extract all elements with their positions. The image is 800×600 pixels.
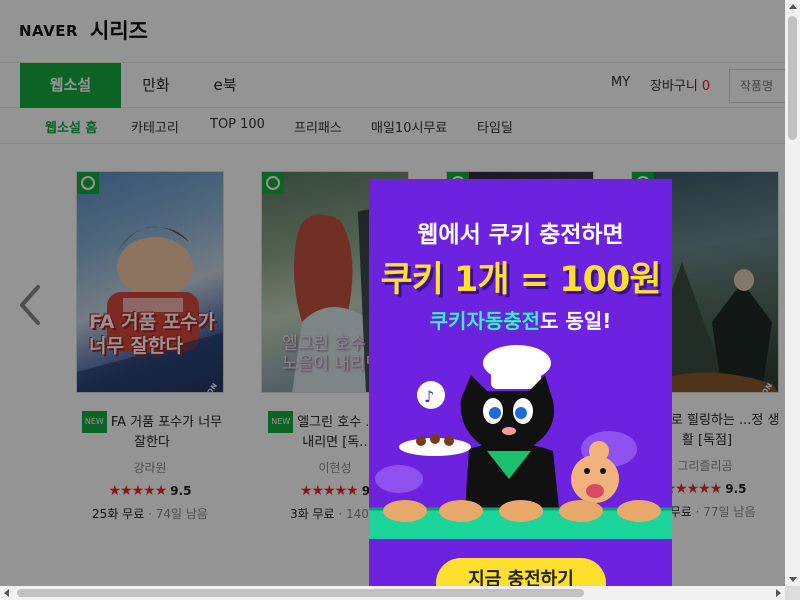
horizontal-scrollbar[interactable]: [0, 586, 785, 600]
scroll-up-icon[interactable]: [789, 4, 797, 9]
promo-subline: 쿠키자동충전도 동일!: [369, 305, 672, 334]
cookie-promo-popup[interactable]: 웹에서 쿠키 충전하면 쿠키 1개 = 100원 쿠키자동충전도 동일! ♪ 지…: [369, 179, 672, 600]
promo-subline-rest: 도 동일!: [540, 309, 612, 333]
promo-headline: 웹에서 쿠키 충전하면: [417, 222, 624, 248]
cat-chef-illustration: ♪: [369, 345, 672, 539]
scroll-down-icon[interactable]: [789, 577, 797, 582]
scroll-right-icon[interactable]: [776, 589, 781, 597]
svg-text:♪: ♪: [424, 387, 434, 406]
promo-price: 쿠키 1개 = 100원: [380, 260, 661, 300]
scroll-left-icon[interactable]: [4, 589, 9, 597]
horizontal-scroll-thumb[interactable]: [17, 589, 584, 597]
vertical-scroll-thumb[interactable]: [788, 16, 797, 140]
vertical-scrollbar[interactable]: [785, 0, 800, 586]
scrollbar-corner: [785, 586, 800, 600]
promo-highlight: 쿠키자동충전: [429, 309, 541, 333]
